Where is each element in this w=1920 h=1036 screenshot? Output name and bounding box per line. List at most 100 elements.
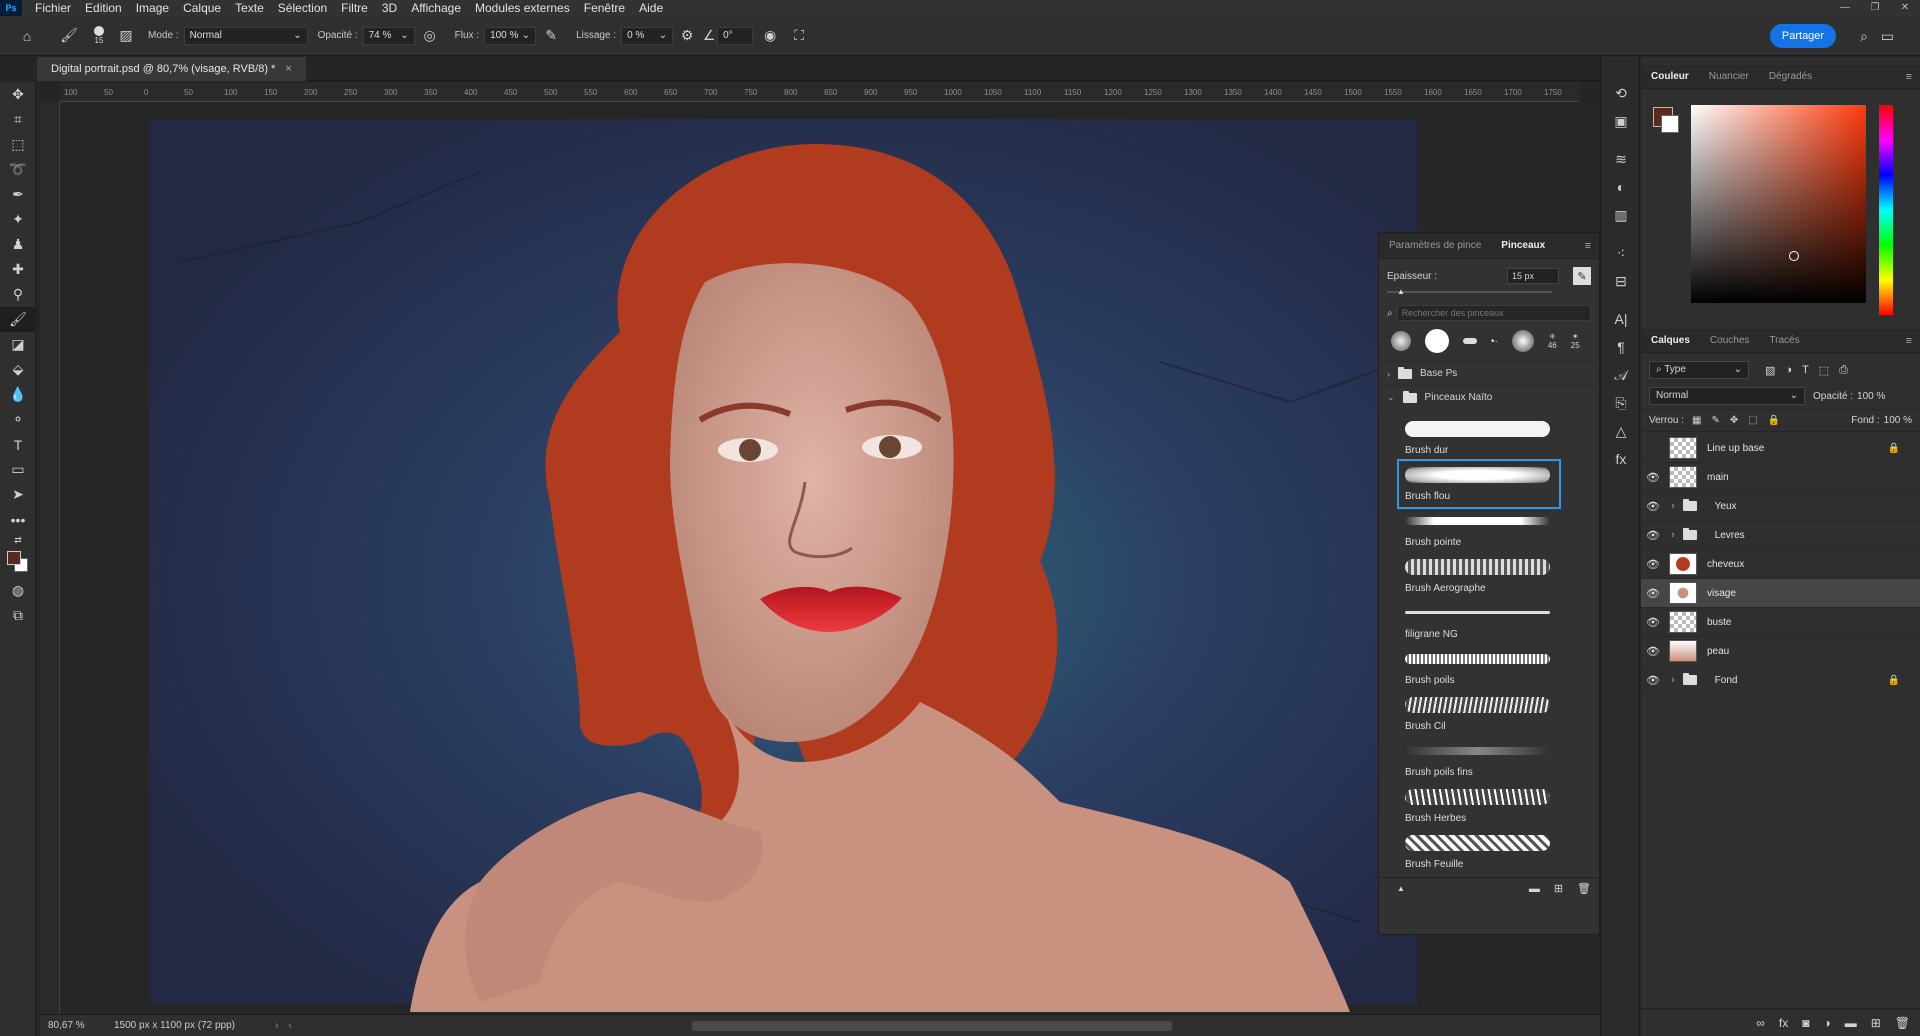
brush-tool-icon[interactable]: 🖌 <box>0 307 36 332</box>
flat-brush-preset[interactable] <box>1463 338 1477 344</box>
menu-item[interactable]: Edition <box>78 0 129 16</box>
brush-preset-picker[interactable]: 15 <box>84 26 114 45</box>
slider-handle-icon[interactable]: ▲ <box>1397 287 1405 296</box>
brush-tool-icon[interactable]: 🖌 <box>54 27 84 44</box>
brush-preset-item[interactable]: Brush Herbes <box>1399 783 1559 829</box>
filter-type-icon[interactable]: T <box>1802 364 1809 377</box>
flow-field[interactable]: 100 % ⌄ <box>484 26 537 45</box>
shape-tool-icon[interactable]: ▭ <box>0 457 36 482</box>
panel-menu-icon[interactable]: ≡ <box>1585 240 1591 252</box>
brush-preset-item[interactable]: Brush flou <box>1397 459 1561 509</box>
brush-preset-item[interactable]: filigrane NG <box>1399 599 1559 645</box>
layer-row[interactable]: Line up base 🔒 <box>1641 434 1920 463</box>
workspace-icon[interactable]: ▭ <box>1881 28 1894 45</box>
visibility-eye-icon[interactable]: 👁 <box>1641 587 1665 600</box>
tab-swatches[interactable]: Nuancier <box>1699 65 1759 89</box>
screen-mode-icon[interactable]: ⧉ <box>0 603 36 628</box>
clone-source-icon[interactable]: ⎘ <box>1601 389 1641 417</box>
lock-position-icon[interactable]: ✥ <box>1730 415 1738 426</box>
menu-item[interactable]: Fenêtre <box>577 0 632 16</box>
symmetry-icon[interactable]: ⛶ <box>787 27 811 44</box>
more-tools-icon[interactable]: ••• <box>0 507 36 532</box>
brush-preset-item[interactable]: Brush Feuille <box>1399 829 1559 875</box>
close-icon[interactable]: ✕ <box>1890 0 1920 16</box>
opacity-field[interactable]: 74 % ⌄ <box>362 26 415 45</box>
brushes-icon[interactable]: ⊟ <box>1601 267 1641 295</box>
soft-brush-preset[interactable] <box>1391 331 1411 351</box>
new-brush-icon[interactable]: ⊞ <box>1554 882 1563 895</box>
angle-field[interactable]: 0° <box>717 26 754 45</box>
hue-slider[interactable] <box>1879 105 1893 315</box>
home-icon[interactable]: ⌂ <box>14 28 40 44</box>
brush-preset-item[interactable]: Brush poils <box>1399 645 1559 691</box>
hard-brush-preset[interactable] <box>1425 329 1449 353</box>
canvas-area[interactable] <box>60 102 1600 1014</box>
pressure-opacity-icon[interactable]: ◎ <box>415 27 445 44</box>
adjustment-icon[interactable]: ◑ <box>1823 1016 1830 1030</box>
menu-item[interactable]: Sélection <box>271 0 334 16</box>
brush-group-naito[interactable]: ⌄ Pinceaux Naïto <box>1379 385 1599 409</box>
type-tool-icon[interactable]: T <box>0 432 36 457</box>
chevron-right-icon[interactable]: › <box>1671 529 1675 541</box>
adjustments-icon[interactable]: ≋ <box>1601 145 1641 173</box>
paragraph-icon[interactable]: ¶ <box>1601 333 1641 361</box>
visibility-eye-icon[interactable]: 👁 <box>1641 558 1665 571</box>
menu-item[interactable]: Texte <box>228 0 271 16</box>
menu-item[interactable]: Filtre <box>334 0 375 16</box>
color-field[interactable] <box>1691 105 1866 303</box>
new-group-icon[interactable]: ▬ <box>1529 883 1540 895</box>
layer-row[interactable]: 👁 › Yeux <box>1641 492 1920 521</box>
layer-row[interactable]: 👁 cheveux <box>1641 550 1920 579</box>
swap-colors-icon[interactable]: ⇄ <box>0 532 36 548</box>
filter-adjustment-icon[interactable]: ◑ <box>1785 364 1792 377</box>
fill-field[interactable]: 100 % <box>1884 415 1912 426</box>
size-slider[interactable]: ▲ <box>1387 287 1552 296</box>
tab-layers[interactable]: Calques <box>1641 329 1700 353</box>
panel-menu-icon[interactable]: ≡ <box>1906 335 1912 347</box>
marquee-tool-icon[interactable]: ⬚ <box>0 132 36 157</box>
visibility-eye-icon[interactable]: 👁 <box>1641 529 1665 542</box>
tab-channels[interactable]: Couches <box>1700 329 1759 353</box>
chevron-right-icon[interactable]: › <box>1671 500 1675 512</box>
menu-item[interactable]: Affichage <box>404 0 468 16</box>
dodge-tool-icon[interactable]: ⚬ <box>0 407 36 432</box>
brush-preset-item[interactable]: Brush Aerographe <box>1399 553 1559 599</box>
airbrush-icon[interactable]: ✎ <box>536 27 566 44</box>
menu-item[interactable]: Image <box>129 0 176 16</box>
panel-menu-icon[interactable]: ≡ <box>1906 71 1912 83</box>
brush-settings-toggle-icon[interactable]: ▨ <box>114 27 138 44</box>
visibility-eye-icon[interactable]: 👁 <box>1641 471 1665 484</box>
visibility-eye-icon[interactable]: 👁 <box>1641 500 1665 513</box>
brush-search-input[interactable]: Rechercher des pinceaux <box>1396 305 1591 321</box>
filter-shape-icon[interactable]: ⬚ <box>1819 364 1829 377</box>
tab-color[interactable]: Couleur <box>1641 65 1699 89</box>
close-tab-icon[interactable]: × <box>285 63 291 75</box>
tab-brushes[interactable]: Pinceaux <box>1491 234 1555 258</box>
fx-icon[interactable]: fx <box>1779 1016 1788 1030</box>
brush-group-base[interactable]: › Base Ps <box>1379 361 1599 385</box>
move-tool-icon[interactable]: ✥ <box>0 82 36 107</box>
layer-filter-select[interactable]: ⌕ Type ⌄ <box>1649 361 1749 379</box>
lock-artboard-icon[interactable]: ⬚ <box>1748 415 1757 426</box>
visibility-eye-icon[interactable]: 👁 <box>1641 645 1665 658</box>
quick-selection-icon[interactable]: ✦ <box>0 207 36 232</box>
paint-bucket-icon[interactable]: ⬙ <box>0 357 36 382</box>
lock-transparency-icon[interactable]: ▦ <box>1692 415 1701 426</box>
trash-icon[interactable]: 🗑 <box>1895 1016 1910 1030</box>
trash-icon[interactable]: 🗑 <box>1577 882 1591 895</box>
filter-pixel-icon[interactable]: ▧ <box>1765 364 1775 377</box>
chevron-right-icon[interactable]: › <box>1671 674 1675 686</box>
chevron-left-icon[interactable]: ‹ <box>288 1020 291 1031</box>
menu-item[interactable]: 3D <box>375 0 404 16</box>
gear-icon[interactable]: ⚙ <box>673 27 701 44</box>
minimize-icon[interactable]: — <box>1830 0 1860 16</box>
chevron-right-icon[interactable]: › <box>275 1020 278 1031</box>
menu-item[interactable]: Aide <box>632 0 670 16</box>
menu-item[interactable]: Fichier <box>28 0 78 16</box>
new-brush-icon[interactable]: ✎ <box>1573 267 1591 285</box>
folder-icon[interactable]: ▬ <box>1845 1016 1857 1030</box>
spatter-brush-preset[interactable]: •· <box>1491 336 1498 347</box>
eraser-tool-icon[interactable]: ◪ <box>0 332 36 357</box>
mask-icon[interactable]: ◙ <box>1802 1016 1809 1030</box>
lasso-tool-icon[interactable]: ➰ <box>0 157 36 182</box>
